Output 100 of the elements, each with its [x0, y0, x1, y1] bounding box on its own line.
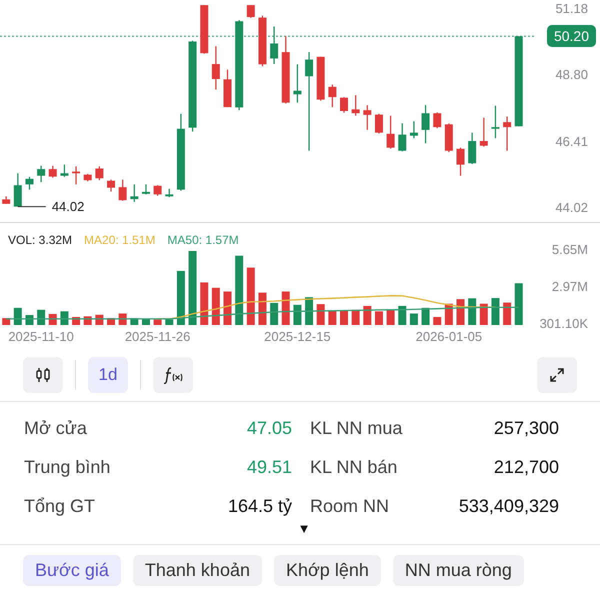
- candle: [95, 166, 104, 180]
- volume-bar: [293, 304, 302, 325]
- candle: [200, 5, 208, 54]
- candle: [433, 112, 442, 128]
- stat-value: 212,700: [492, 457, 559, 478]
- function-icon: [163, 366, 183, 384]
- stat-value: 257,300: [492, 418, 559, 439]
- candle: [258, 16, 266, 66]
- candle: [444, 124, 453, 152]
- legend-label: MA50: 1.57M: [167, 233, 239, 247]
- expand-toggle[interactable]: ▼: [290, 521, 310, 538]
- volume-bar: [410, 314, 418, 325]
- candle: [363, 105, 372, 130]
- volume-bar: [468, 298, 476, 325]
- tab[interactable]: Khớp lệnh: [274, 555, 381, 586]
- price-axis-label: 51.18: [555, 1, 588, 16]
- candle: [25, 176, 34, 190]
- volume-bar: [433, 317, 442, 325]
- volume-axis-label: 2.97M: [552, 279, 588, 294]
- volume-bar: [374, 311, 383, 325]
- tab[interactable]: NN mua ròng: [392, 555, 524, 586]
- date-label: 2025-12-15: [263, 329, 332, 344]
- candle: [503, 116, 512, 151]
- volume-axis-label: 5.65M: [552, 242, 588, 257]
- candle: [246, 5, 255, 18]
- volume-bar: [25, 315, 34, 325]
- volume-bar: [60, 311, 68, 325]
- chart-type-button[interactable]: [23, 357, 63, 393]
- volume-bar: [282, 292, 290, 325]
- candle: [456, 148, 464, 176]
- candle: [282, 36, 290, 104]
- volume-bar: [352, 310, 360, 325]
- price-axis-label: 46.41: [555, 134, 588, 149]
- date-label: 2026-01-05: [414, 329, 484, 344]
- stat-label: KL NN bán: [309, 457, 398, 478]
- candle: [212, 46, 220, 90]
- candle: [270, 26, 278, 64]
- candle: [14, 173, 22, 207]
- fullscreen-button[interactable]: [537, 357, 577, 393]
- candle: [48, 166, 57, 178]
- candle: [468, 132, 476, 164]
- candle: [84, 174, 92, 182]
- stat-value: 47.05: [246, 418, 292, 439]
- volume-bar: [154, 320, 162, 325]
- candle: [154, 185, 162, 196]
- candle: [340, 97, 348, 113]
- stat-label: Mở cửa: [24, 418, 88, 439]
- tab[interactable]: Thanh khoản: [132, 555, 262, 586]
- candle: [118, 180, 127, 201]
- candlestick-icon: [35, 367, 51, 383]
- low-price-label: 44.02: [52, 198, 84, 214]
- leader-line: [17, 206, 46, 208]
- stat-label: Tổng GT: [24, 496, 96, 517]
- date-label: 2025-11-26: [124, 329, 192, 344]
- volume-bar: [200, 282, 208, 325]
- candle: [107, 180, 116, 192]
- candle: [480, 118, 488, 147]
- stat-label: Trung bình: [24, 457, 112, 478]
- tab[interactable]: Bước giá: [23, 555, 121, 586]
- candle: [422, 105, 430, 144]
- candle: [60, 164, 68, 177]
- stat-value: 164.5 tỷ: [226, 496, 292, 517]
- price-axis-label: 48.80: [555, 67, 588, 82]
- volume-bar: [305, 297, 314, 325]
- volume-bar: [224, 292, 232, 325]
- date-label: 2025-11-10: [7, 329, 75, 344]
- candle: [2, 196, 10, 204]
- volume-bar: [316, 304, 325, 325]
- volume-bar: [48, 314, 57, 325]
- candle: [293, 64, 302, 103]
- volume-bar: [37, 310, 46, 325]
- volume-bar: [398, 306, 406, 325]
- volume-bar: [480, 304, 488, 325]
- stat-label: Room NN: [309, 496, 390, 517]
- interval-button[interactable]: 1d: [88, 357, 128, 393]
- volume-bar: [340, 310, 348, 325]
- stat-label: KL NN mua: [309, 418, 404, 439]
- candle: [398, 123, 406, 152]
- legend-label: MA20: 1.51M: [84, 233, 156, 247]
- expand-icon: [549, 367, 565, 383]
- candle: [165, 188, 174, 198]
- volume-bar: [95, 314, 104, 325]
- candle: [328, 84, 336, 108]
- candle: [130, 184, 138, 202]
- indicator-button[interactable]: [153, 357, 193, 393]
- volume-bar: [456, 299, 464, 325]
- candle: [224, 70, 232, 108]
- candle: [386, 116, 395, 149]
- candle: [316, 56, 325, 101]
- volume-bar: [118, 314, 127, 325]
- volume-bar: [363, 306, 372, 325]
- volume-bar: [422, 308, 430, 325]
- volume-bar: [258, 292, 266, 325]
- candle: [374, 114, 383, 134]
- volume-bar: [270, 302, 278, 325]
- volume-bar: [514, 283, 523, 325]
- volume-bar: [212, 288, 220, 325]
- volume-bar: [491, 298, 500, 325]
- volume-bar: [176, 270, 185, 325]
- legend-label: VOL: 3.32M: [8, 233, 72, 247]
